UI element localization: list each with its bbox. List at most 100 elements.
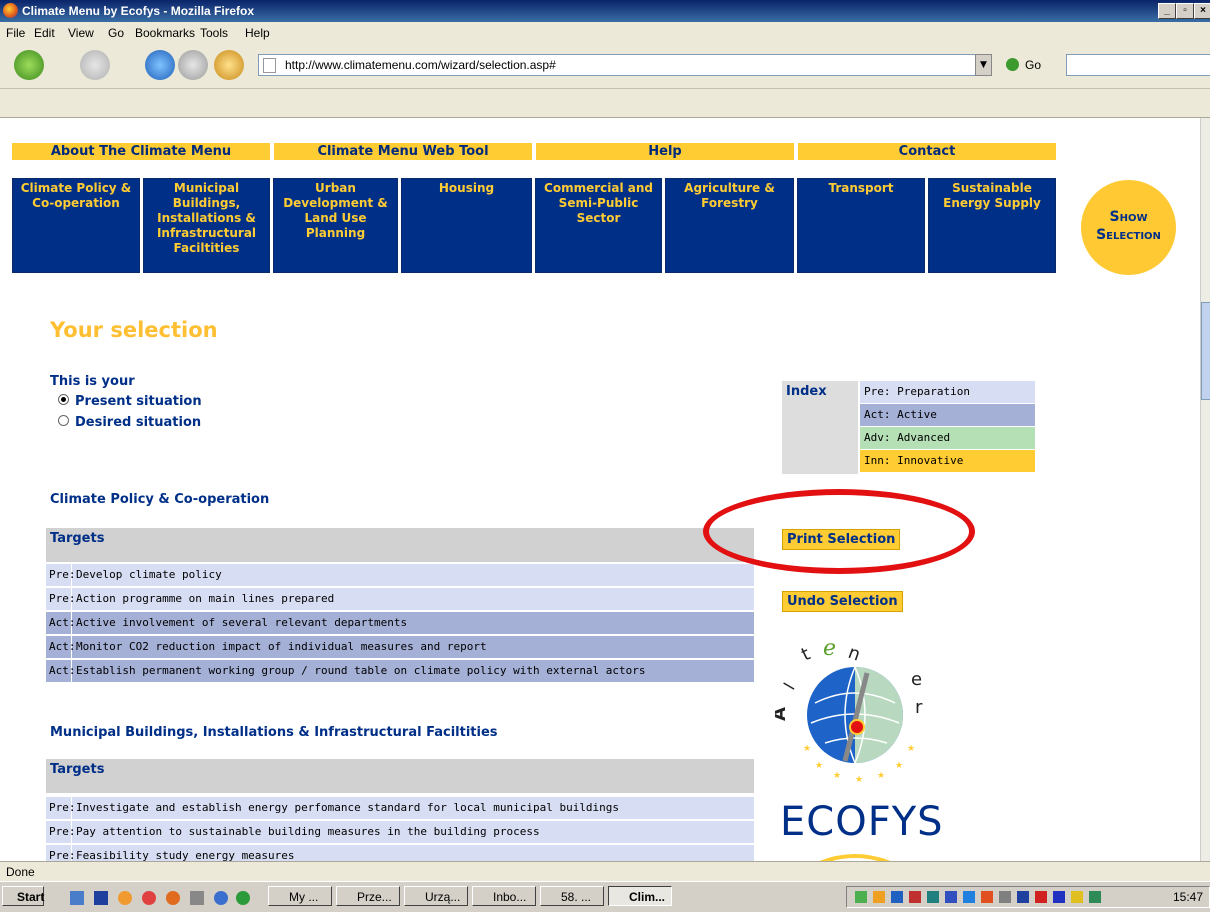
quicklaunch-icon[interactable] (94, 891, 108, 905)
start-button[interactable]: Start (2, 886, 44, 906)
table-row: Act:Monitor CO2 reduction impact of indi… (46, 636, 754, 660)
category-energy-supply[interactable]: Sustainable Energy Supply (928, 178, 1056, 273)
tray-icon[interactable] (1053, 891, 1065, 903)
table-row: Pre:Pay attention to sustainable buildin… (46, 821, 754, 845)
tray-icon[interactable] (945, 891, 957, 903)
category-municipal-buildings[interactable]: Municipal Buildings, Installations & Inf… (143, 178, 270, 273)
menu-view[interactable]: View (68, 26, 94, 40)
undo-selection-button[interactable]: Undo Selection (782, 591, 903, 612)
taskbar-item[interactable]: Inbo... (472, 886, 536, 906)
menu-go[interactable]: Go (108, 26, 124, 40)
taskbar-item[interactable]: Urzą... (404, 886, 468, 906)
category-housing[interactable]: Housing (401, 178, 532, 273)
page-title: Your selection (50, 318, 218, 342)
stop-icon[interactable] (178, 50, 208, 80)
quicklaunch-icon[interactable] (214, 891, 228, 905)
radio-desired-situation[interactable]: Desired situation (58, 415, 201, 430)
nav-help[interactable]: Help (536, 143, 794, 160)
row-text: Investigate and establish energy perfoma… (76, 801, 620, 814)
row-code: Act: (46, 660, 76, 682)
radio-present-label: Present situation (75, 394, 202, 409)
nav-about[interactable]: About The Climate Menu (12, 143, 270, 160)
taskbar-item[interactable]: 58. ... (540, 886, 604, 906)
go-button-label[interactable]: Go (1025, 58, 1041, 72)
situation-label: This is your (50, 374, 135, 389)
row-code: Pre: (46, 821, 76, 843)
taskbar-item[interactable]: Prze... (336, 886, 400, 906)
tray-icon[interactable] (873, 891, 885, 903)
tray-icon[interactable] (1089, 891, 1101, 903)
tray-icon[interactable] (1035, 891, 1047, 903)
row-text: Action programme on main lines prepared (76, 592, 335, 605)
tray-icon[interactable] (1017, 891, 1029, 903)
svg-text:n: n (845, 643, 863, 666)
row-text: Pay attention to sustainable building me… (76, 825, 540, 838)
minimize-button[interactable]: _ (1158, 3, 1176, 19)
forward-icon[interactable] (80, 50, 110, 80)
menu-tools[interactable]: Tools (200, 26, 228, 40)
svg-text:★: ★ (877, 771, 885, 781)
tray-icon[interactable] (909, 891, 921, 903)
row-code: Pre: (46, 797, 76, 819)
show-selection-button[interactable]: Show Selection (1081, 180, 1176, 275)
index-label: Index (782, 381, 858, 474)
quicklaunch-icon[interactable] (142, 891, 156, 905)
targets-header: Targets (46, 759, 754, 793)
bookmarks-toolbar (0, 89, 1210, 118)
menu-help[interactable]: Help (245, 26, 270, 40)
address-dropdown-button[interactable]: ▼ (975, 54, 992, 76)
tray-icon[interactable] (981, 891, 993, 903)
close-button[interactable]: × (1194, 3, 1210, 19)
quicklaunch-icon[interactable] (190, 891, 204, 905)
radio-checked-icon[interactable] (58, 394, 69, 405)
nav-contact[interactable]: Contact (798, 143, 1056, 160)
scrollbar-thumb[interactable] (1201, 302, 1210, 400)
tray-icon[interactable] (927, 891, 939, 903)
taskbar-item[interactable]: My ... (268, 886, 332, 906)
ecofys-wordmark: ECOFYS (780, 799, 944, 845)
maximize-button[interactable]: ▫ (1176, 3, 1194, 19)
svg-text:r: r (915, 697, 923, 718)
search-input[interactable] (1066, 54, 1210, 76)
navigation-toolbar: http://www.climatemenu.com/wizard/select… (0, 44, 1210, 89)
category-transport[interactable]: Transport (797, 178, 925, 273)
row-code: Pre: (46, 588, 76, 610)
window-title: Climate Menu by Ecofys - Mozilla Firefox (22, 4, 255, 18)
quicklaunch-icon[interactable] (118, 891, 132, 905)
section-title-climate-policy: Climate Policy & Co-operation (50, 492, 270, 507)
nav-web-tool[interactable]: Climate Menu Web Tool (274, 143, 532, 160)
firefox-icon[interactable] (166, 891, 180, 905)
go-icon[interactable] (1006, 58, 1019, 71)
radio-present-situation[interactable]: Present situation (58, 394, 202, 409)
menu-file[interactable]: File (6, 26, 25, 40)
reload-icon[interactable] (145, 50, 175, 80)
tray-icon[interactable] (963, 891, 975, 903)
svg-text:l: l (780, 680, 799, 693)
page-icon (263, 58, 276, 73)
svg-text:A: A (775, 707, 790, 721)
menu-bookmarks[interactable]: Bookmarks (135, 26, 195, 40)
category-commercial[interactable]: Commercial and Semi-Public Sector (535, 178, 662, 273)
row-text: Monitor CO2 reduction impact of individu… (76, 640, 487, 653)
svg-text:★: ★ (803, 744, 811, 754)
menu-edit[interactable]: Edit (34, 26, 55, 40)
back-icon[interactable] (14, 50, 44, 80)
svg-text:e: e (823, 643, 836, 661)
home-icon[interactable] (214, 50, 244, 80)
quicklaunch-icon[interactable] (236, 891, 250, 905)
taskbar-item-active[interactable]: Clim... (608, 886, 672, 906)
tray-icon[interactable] (855, 891, 867, 903)
address-field[interactable]: http://www.climatemenu.com/wizard/select… (258, 54, 990, 76)
category-urban-development[interactable]: Urban Development & Land Use Planning (273, 178, 398, 273)
category-agriculture[interactable]: Agriculture & Forestry (665, 178, 794, 273)
tray-icon[interactable] (999, 891, 1011, 903)
quicklaunch-icon[interactable] (70, 891, 84, 905)
tray-icon[interactable] (1071, 891, 1083, 903)
vertical-scrollbar[interactable] (1200, 118, 1210, 861)
radio-unchecked-icon[interactable] (58, 415, 69, 426)
row-code: Act: (46, 612, 76, 634)
show-selection-line1: Show (1109, 209, 1148, 225)
tray-icon[interactable] (891, 891, 903, 903)
category-climate-policy[interactable]: Climate Policy & Co-operation (12, 178, 140, 273)
table-row: Pre:Action programme on main lines prepa… (46, 588, 754, 612)
